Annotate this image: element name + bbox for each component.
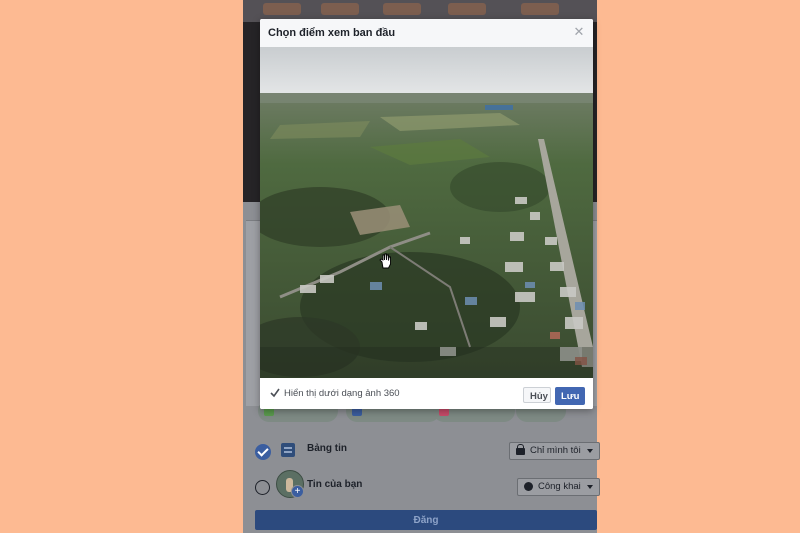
- story-privacy-label: Công khai: [538, 481, 581, 492]
- post-button[interactable]: Đăng: [255, 510, 597, 530]
- grab-hand-cursor-icon: [379, 253, 391, 269]
- news-feed-icon: [281, 443, 295, 457]
- show-as-360-checkbox[interactable]: [270, 388, 280, 398]
- initial-viewpoint-dialog: Chọn điểm xem ban đầu ✕ Hiển thị dưới dạ…: [260, 19, 593, 409]
- feed-selected-check-icon[interactable]: [255, 444, 271, 460]
- feed-privacy-selector[interactable]: Chỉ mình tôi: [509, 442, 600, 460]
- dialog-header: Chọn điểm xem ban đầu ✕: [260, 19, 593, 48]
- story-privacy-selector[interactable]: Công khai: [517, 478, 600, 496]
- show-as-360-label: Hiển thị dưới dạng ảnh 360: [284, 388, 400, 399]
- checkmark-icon: [270, 388, 280, 398]
- save-button[interactable]: Lưu: [555, 387, 585, 405]
- story-label: Tin của bạn: [307, 479, 363, 490]
- share-options: Bảng tin Chỉ mình tôi + Tin của bạn Công…: [243, 432, 600, 533]
- chevron-down-icon: [586, 449, 593, 453]
- cancel-button[interactable]: Hủy: [523, 387, 551, 403]
- dialog-title: Chọn điểm xem ban đầu: [268, 27, 396, 39]
- feed-option-row[interactable]: Bảng tin Chỉ mình tôi: [243, 436, 600, 466]
- feed-privacy-label: Chỉ mình tôi: [530, 445, 581, 456]
- chevron-down-icon: [586, 485, 593, 489]
- close-icon[interactable]: ✕: [572, 25, 586, 39]
- panorama-photo-viewer[interactable]: [260, 47, 593, 378]
- feed-label: Bảng tin: [307, 443, 347, 454]
- aerial-photo[interactable]: [260, 47, 593, 378]
- lock-icon: [516, 444, 525, 455]
- dialog-footer: Hiển thị dưới dạng ảnh 360 Hủy Lưu: [260, 378, 593, 409]
- add-story-icon: +: [291, 485, 304, 498]
- story-option-row[interactable]: + Tin của bạn Công khai: [243, 470, 600, 502]
- story-radio[interactable]: [255, 480, 270, 495]
- globe-icon: [524, 482, 533, 491]
